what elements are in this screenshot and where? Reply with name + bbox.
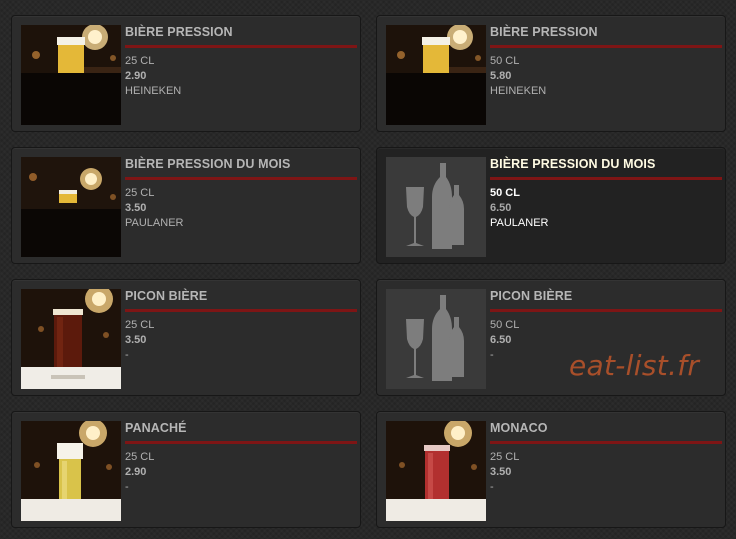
item-price: 6.50	[490, 202, 512, 214]
item-title: BIÈRE PRESSION	[490, 25, 598, 39]
item-size: 25 CL	[490, 451, 520, 463]
bottles-placeholder-icon	[386, 157, 486, 257]
title-divider	[490, 45, 722, 48]
title-divider	[490, 177, 722, 180]
item-size: 25 CL	[125, 451, 155, 463]
title-divider	[125, 45, 357, 48]
item-price: 2.90	[125, 70, 147, 82]
item-brand: -	[490, 349, 494, 361]
shandy-photo	[21, 421, 121, 521]
title-divider	[490, 309, 722, 312]
item-brand: HEINEKEN	[125, 85, 182, 97]
bottles-placeholder-icon	[386, 289, 486, 389]
item-brand: -	[125, 349, 129, 361]
item-price: 2.90	[125, 466, 147, 478]
item-size: 50 CL	[490, 55, 520, 67]
item-size: 50 CL	[490, 187, 520, 199]
menu-item-card[interactable]: BIÈRE PRESSION DU MOIS 25 CL 3.50 PAULAN…	[11, 147, 361, 264]
item-price: 6.50	[490, 334, 512, 346]
item-size: 25 CL	[125, 55, 155, 67]
item-brand: -	[490, 481, 494, 493]
item-size: 25 CL	[125, 187, 155, 199]
title-divider	[125, 309, 357, 312]
item-size: 25 CL	[125, 319, 155, 331]
item-title: PANACHÉ	[125, 421, 187, 435]
menu-item-card[interactable]: BIÈRE PRESSION DU MOIS 50 CL 6.50 PAULAN…	[376, 147, 726, 264]
menu-item-card[interactable]: PANACHÉ 25 CL 2.90 -	[11, 411, 361, 528]
item-brand: HEINEKEN	[490, 85, 547, 97]
bar-wide-photo	[21, 157, 121, 257]
title-divider	[490, 441, 722, 444]
lager-bar-photo	[21, 25, 121, 125]
item-title: BIÈRE PRESSION DU MOIS	[125, 157, 291, 171]
item-title: PICON BIÈRE	[125, 289, 208, 303]
menu-grid: BIÈRE PRESSION 25 CL 2.90 HEINEKEN BIÈRE…	[0, 0, 736, 539]
title-divider	[125, 177, 357, 180]
title-divider	[125, 441, 357, 444]
menu-item-card[interactable]: PICON BIÈRE 25 CL 3.50 -	[11, 279, 361, 396]
item-title: MONACO	[490, 421, 548, 435]
item-brand: PAULANER	[125, 217, 184, 229]
item-title: PICON BIÈRE	[490, 289, 573, 303]
menu-item-card[interactable]: BIÈRE PRESSION 25 CL 2.90 HEINEKEN	[11, 15, 361, 132]
item-brand: -	[125, 481, 129, 493]
item-size: 50 CL	[490, 319, 520, 331]
menu-item-card[interactable]: BIÈRE PRESSION 50 CL 5.80 HEINEKEN	[376, 15, 726, 132]
item-price: 3.50	[490, 466, 512, 478]
item-title: BIÈRE PRESSION	[125, 25, 233, 39]
site-watermark: eat-list.fr	[569, 349, 700, 382]
item-price: 3.50	[125, 202, 147, 214]
item-price: 3.50	[125, 334, 147, 346]
red-beer-photo	[386, 421, 486, 521]
lager-bar-photo	[386, 25, 486, 125]
item-title: BIÈRE PRESSION DU MOIS	[490, 157, 656, 171]
item-price: 5.80	[490, 70, 512, 82]
menu-item-card[interactable]: MONACO 25 CL 3.50 -	[376, 411, 726, 528]
item-brand: PAULANER	[490, 217, 549, 229]
dark-beer-photo	[21, 289, 121, 389]
